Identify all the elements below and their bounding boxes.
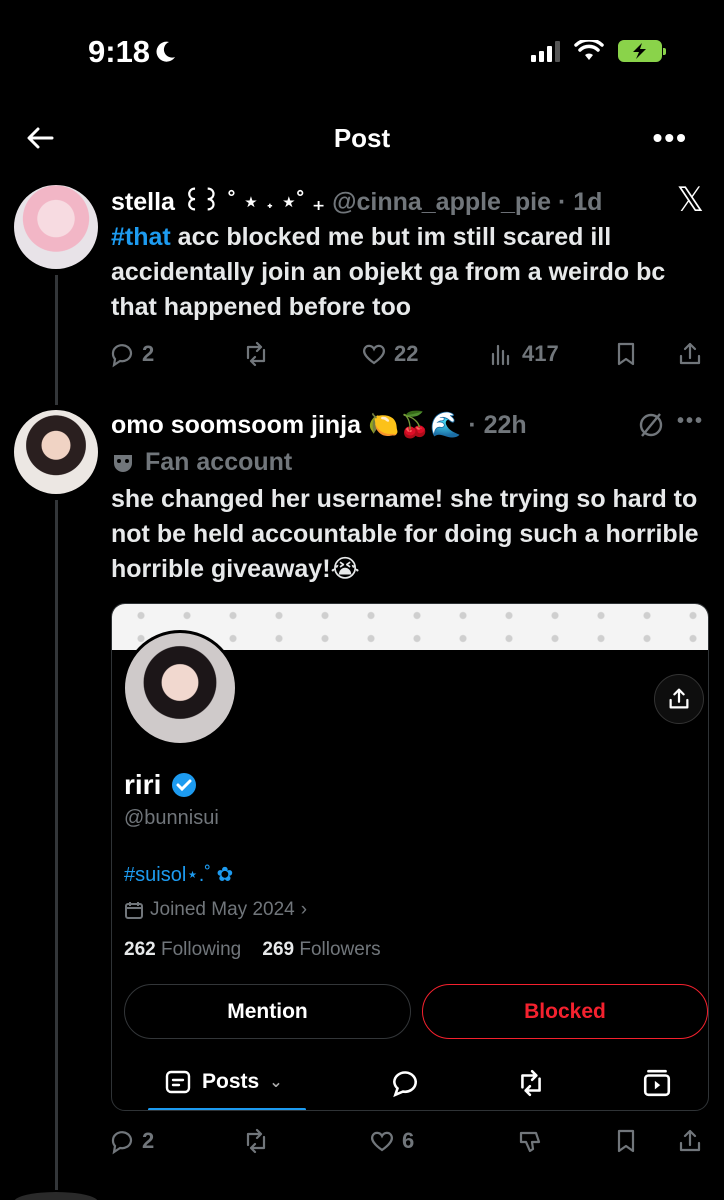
profile-name: riri [124,769,197,801]
status-icons [531,40,666,62]
mask-icon [114,454,132,472]
heart-icon [363,344,385,365]
profile-tabs: Posts ⌄ [112,1062,708,1110]
following-count: 262 [124,939,156,960]
tweet-header: omo soomsoom jinja 🍋🍒🌊 · 22h [111,410,527,440]
followers-count: 269 [262,939,295,960]
battery-charging-icon [618,40,666,62]
avatar[interactable] [14,185,98,269]
profile-bio: #suisol⋆.˚ ✿ [124,862,233,887]
share-icon [679,1129,701,1152]
action-bar: 2 22 417 [108,336,708,372]
mention-button: Mention [124,984,411,1039]
repost-icon [246,1128,266,1154]
tweet-text: #that acc blocked me but im still scared… [111,220,711,325]
reply-count: 2 [142,341,155,366]
share-icon [669,688,689,709]
profile-handle: @bunnisui [124,807,219,829]
bio-text: #suisol⋆.˚ ✿ [124,864,234,886]
status-time: 9:18 [88,34,176,70]
verified-badge-icon [172,773,197,797]
fan-account-label: Fan account [111,448,292,477]
timestamp[interactable]: · 1d [558,188,602,216]
calendar-icon [125,902,143,919]
top-nav: Post ••• [0,110,724,166]
joined-text: Joined May 2024 [150,899,295,920]
display-name[interactable]: stella ꒰꒱ ˚ ⋆ ˖ ⋆˚ ₊ [111,188,325,216]
like-count: 6 [402,1128,415,1153]
repost-button[interactable] [242,1127,270,1155]
tab-active-indicator [148,1108,306,1110]
heart-icon [371,1131,393,1152]
share-button[interactable] [676,1127,704,1155]
profile-joined: Joined May 2024 › [124,899,307,921]
repost-button[interactable] [242,340,270,368]
repost-icon [246,341,266,367]
more-options-icon[interactable]: ••• [653,122,688,154]
fan-account-text: Fan account [145,448,293,476]
share-icon [679,342,701,365]
posts-icon [165,1070,191,1094]
following-label: Following [160,939,242,960]
like-count: 22 [394,341,419,366]
replies-tab-icon [392,1071,417,1098]
reply-icon [111,1131,133,1155]
share-button[interactable] [676,340,704,368]
thread-line [55,275,58,405]
profile-screenshot-card[interactable]: riri @bunnisui #suisol⋆.˚ ✿ Joined May 2… [111,603,709,1111]
cellular-signal-icon [531,40,560,62]
action-bar: 2 6 [108,1123,708,1159]
timestamp[interactable]: · 22h [468,411,526,439]
moon-icon [156,41,176,62]
hashtag-link[interactable]: #that [111,223,171,251]
status-bar: 9:18 [0,0,724,100]
display-name[interactable]: omo soomsoom jinja [111,411,361,439]
chevron-down-icon: ⌄ [269,1074,283,1091]
name-emojis: 🍋🍒🌊 [367,410,462,439]
tab-posts: Posts ⌄ [164,1068,283,1096]
reply-button[interactable]: 2 [108,340,154,368]
reply-icon [111,344,133,368]
tab-posts-label: Posts [202,1070,260,1093]
view-count: 417 [522,341,559,366]
downvote-button[interactable] [516,1127,544,1155]
bookmark-button[interactable] [612,1127,640,1155]
like-button[interactable]: 6 [368,1127,414,1155]
tweet-header: stella ꒰꒱ ˚ ⋆ ˖ ⋆˚ ₊ @cinna_apple_pie · … [111,184,602,217]
tweet-body: acc blocked me but im still scared ill a… [111,223,666,321]
profile-name-text: riri [124,769,162,800]
tweet-omo[interactable]: omo soomsoom jinja 🍋🍒🌊 · 22h ••• Fan acc… [0,0,724,1190]
page-title: Post [333,123,391,153]
avatar[interactable] [14,410,98,494]
chevron-right-icon: › [300,899,308,920]
not-interested-icon[interactable] [636,410,666,440]
profile-avatar [122,630,238,746]
followers-label: Followers [299,939,381,960]
wifi-icon [574,40,604,60]
views-button[interactable]: 417 [488,340,559,368]
profile-follow-stats: 262 Following 269 Followers [124,939,381,961]
like-button[interactable]: 22 [360,340,418,368]
reply-count: 2 [142,1128,155,1153]
reply-button[interactable]: 2 [108,1127,154,1155]
handle[interactable]: @cinna_apple_pie [332,188,551,216]
clock: 9:18 [88,34,151,69]
more-options-icon[interactable]: ••• [677,410,704,433]
next-avatar-peek [14,1192,98,1200]
views-icon [491,344,510,366]
media-tab-icon [643,1069,671,1097]
repost-tab-icon [521,1069,541,1097]
thread-line [55,500,58,1190]
downvote-icon [519,1131,541,1153]
bookmark-icon [617,342,635,366]
tweet-text: she changed her username! she trying so … [111,485,699,583]
x-logo-icon: 𝕏 [676,180,704,220]
blocked-button: Blocked [422,984,708,1039]
bookmark-icon [617,1129,635,1153]
profile-share-button [654,674,704,724]
bookmark-button[interactable] [612,340,640,368]
